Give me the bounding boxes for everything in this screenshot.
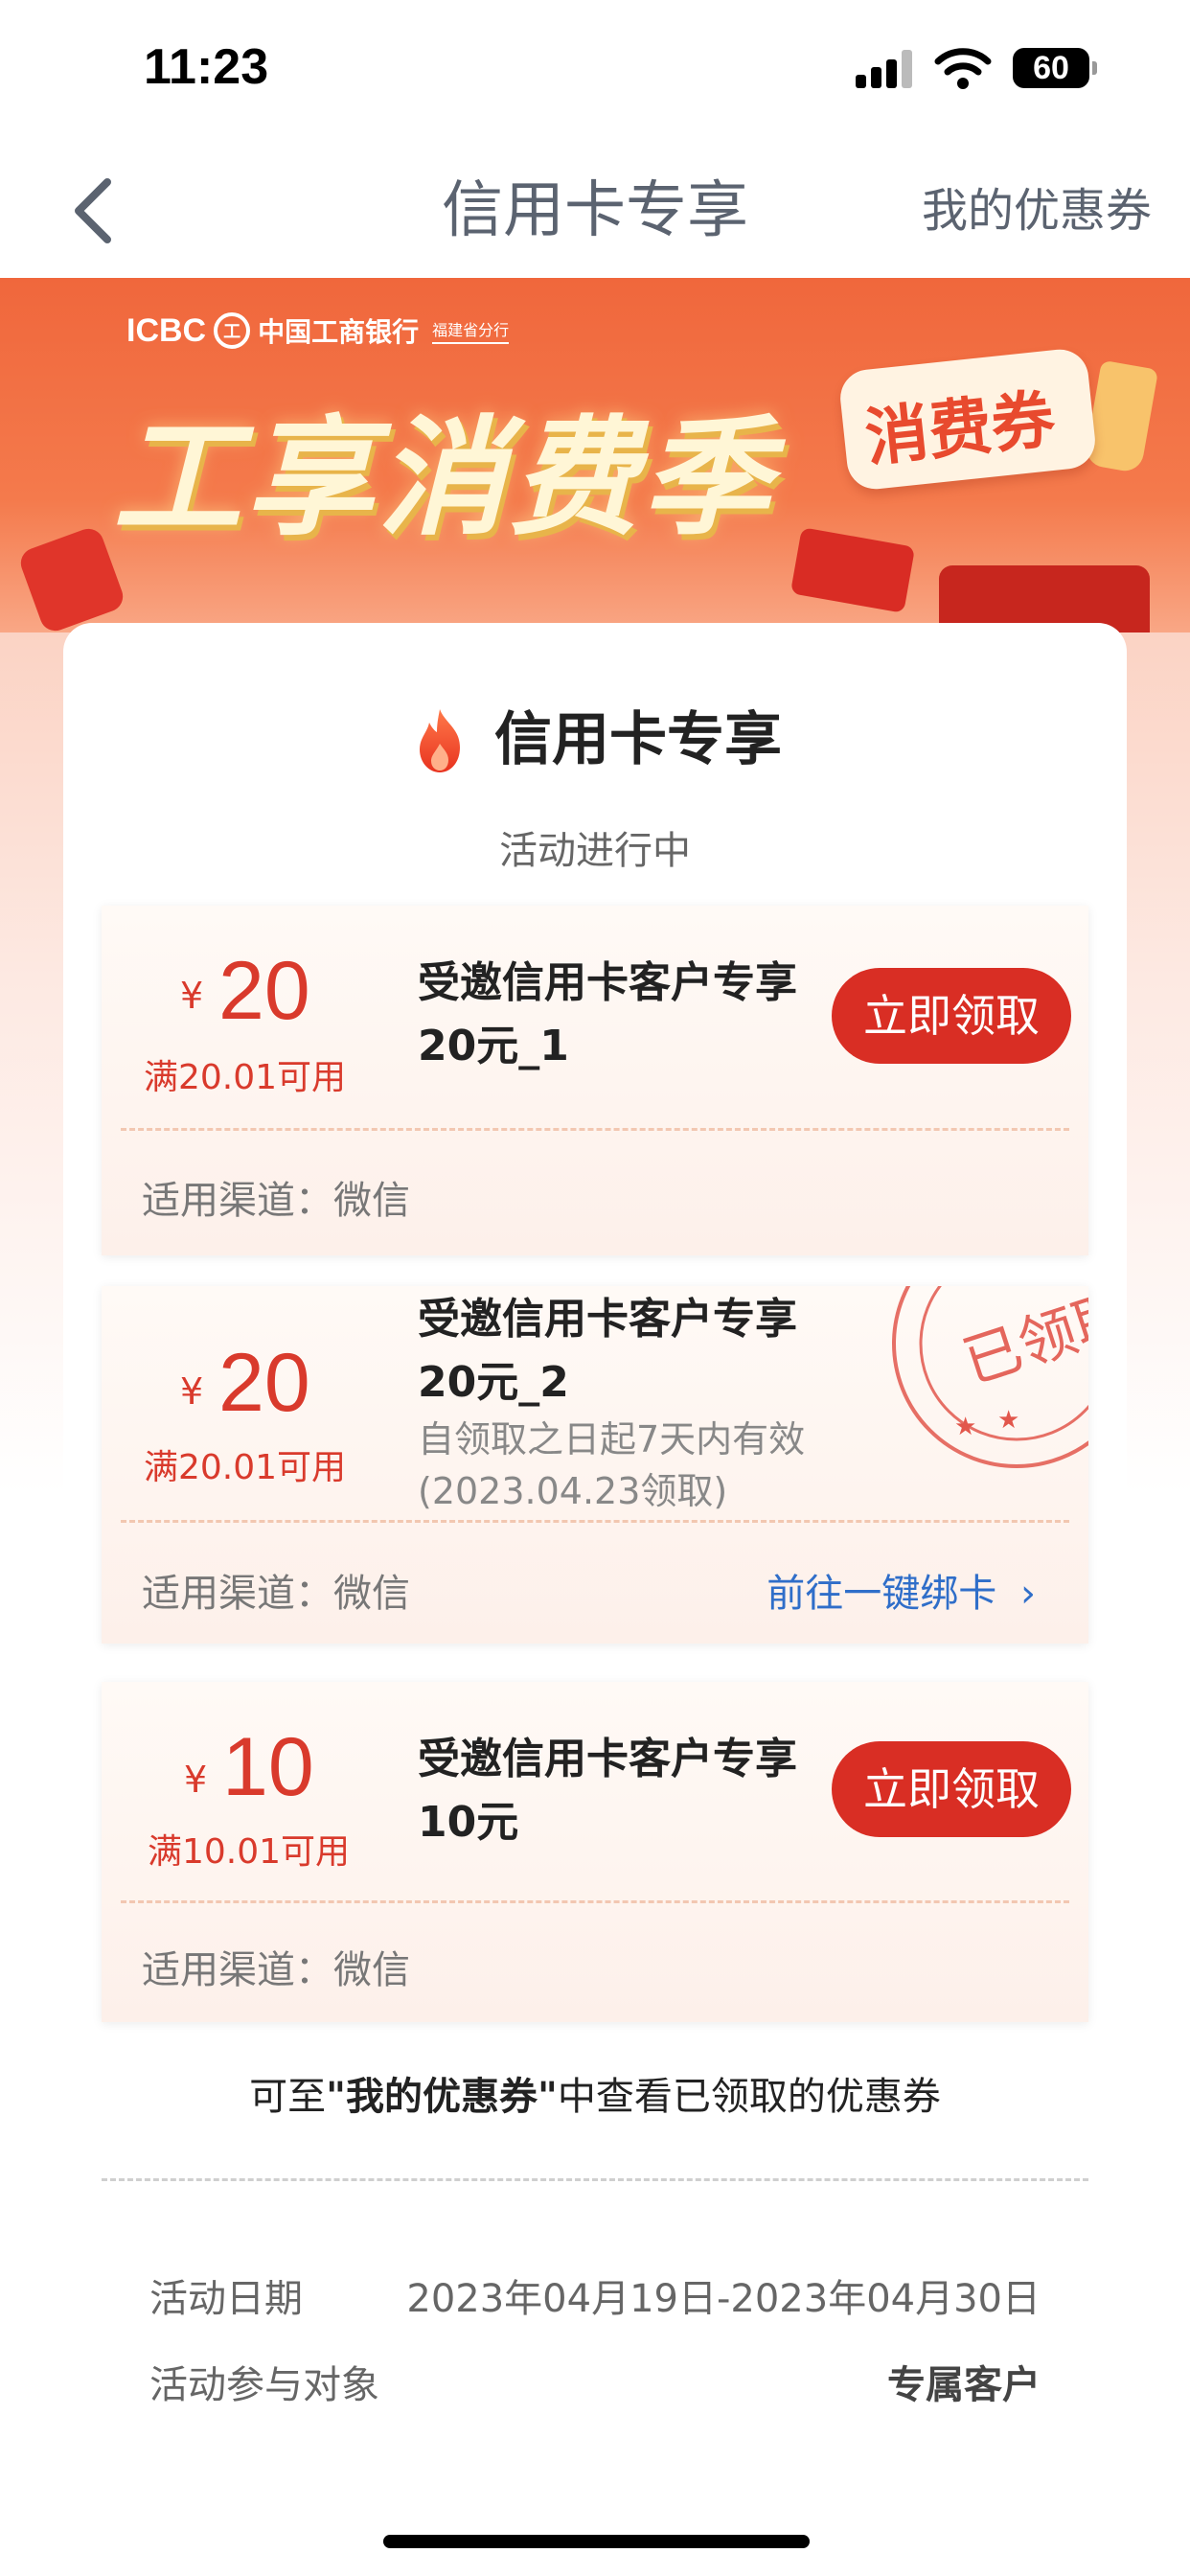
home-indicator[interactable]: [383, 2535, 810, 2548]
bank-logo: ICBC 工 中国工商银行 福建省分行: [126, 309, 510, 353]
section-divider: [102, 2178, 1088, 2181]
coupon-hint-highlight: "我的优惠券": [326, 2075, 558, 2119]
dashed-divider: [121, 1520, 1069, 1523]
bank-logo-en: ICBC: [126, 311, 207, 349]
status-bar: 11:23 60: [0, 0, 1190, 144]
coupon-badge-label: 消费券: [861, 381, 1059, 476]
activity-target-label: 活动参与对象: [149, 2363, 379, 2407]
my-coupons-link[interactable]: 我的优惠券: [922, 172, 1152, 249]
svg-text:★: ★: [954, 1413, 976, 1441]
red-envelope-icon: [16, 524, 127, 635]
claim-button[interactable]: 立即领取: [832, 968, 1071, 1064]
currency-symbol: ¥: [180, 1370, 204, 1413]
coupon-amount: 10: [222, 1721, 314, 1813]
banner-title: 工享消费季: [113, 403, 775, 553]
bank-branch: 福建省分行: [432, 317, 510, 344]
coupon-threshold: 满10.01可用: [148, 1832, 351, 1872]
activity-status: 活动进行中: [499, 829, 691, 873]
bind-card-link[interactable]: 前往一键绑卡 ›: [767, 1562, 1036, 1618]
nav-bar: 信用卡专享 我的优惠券: [0, 144, 1190, 278]
status-time: 11:23: [144, 39, 269, 95]
bank-seal-icon: 工: [214, 312, 251, 349]
cellular-signal-icon: [856, 50, 915, 88]
coupon-threshold: 满20.01可用: [144, 1448, 347, 1487]
battery-icon: 60: [1013, 48, 1097, 88]
coupon-card: ¥ 10 满10.01可用 受邀信用卡客户专享10元 立即领取 适用渠道：微信: [102, 1682, 1088, 2022]
coupon-hint-prefix: 可至: [249, 2075, 327, 2119]
claim-button[interactable]: 立即领取: [832, 1741, 1071, 1837]
promo-banner: ICBC 工 中国工商银行 福建省分行 工享消费季 消费券: [0, 278, 1190, 680]
drink-cup-icon: [1083, 359, 1159, 474]
fire-icon: [420, 709, 460, 772]
coupon-claim-date: (2023.04.23领取): [418, 1470, 728, 1512]
chevron-right-icon: ›: [1020, 1572, 1036, 1616]
claimed-stamp-icon: 已领取 ★ ★: [892, 1286, 1088, 1468]
coupon-validity: 自领取之日起7天内有效: [418, 1418, 806, 1460]
coupon-name: 受邀信用卡客户专享20元_2: [418, 1295, 797, 1407]
activity-date-value: 2023年04月19日-2023年04月30日: [406, 2277, 1041, 2321]
coupon-card: ¥ 20 满20.01可用 受邀信用卡客户专享20元_1 立即领取 适用渠道：微…: [102, 906, 1088, 1255]
coupon-channel: 适用渠道：微信: [142, 1572, 410, 1616]
currency-symbol: ¥: [180, 975, 204, 1017]
coupon-hint: 可至"我的优惠券"中查看已领取的优惠券: [63, 2065, 1127, 2121]
coupon-channel: 适用渠道：微信: [142, 1948, 410, 1992]
activity-target-value: 专属客户: [887, 2363, 1041, 2407]
coupon-name: 受邀信用卡客户专享10元: [418, 1735, 797, 1847]
coupon-card: 已领取 ★ ★ ¥ 20 满20.01可用 受邀信用卡客户专享20元_2 自领取…: [102, 1286, 1088, 1644]
dashed-divider: [121, 1128, 1069, 1131]
main-card: 信用卡专享 活动进行中 ¥ 20 满20.01可用 受邀信用卡客户专享20元_1…: [63, 623, 1127, 2540]
svg-text:★: ★: [997, 1406, 1019, 1435]
coupon-name: 受邀信用卡客户专享20元_1: [418, 958, 797, 1070]
coupon-threshold: 满20.01可用: [144, 1058, 347, 1097]
claimed-stamp-label: 已领取: [955, 1286, 1088, 1397]
bind-card-link-label: 前往一键绑卡: [767, 1572, 997, 1616]
red-envelope-icon: [790, 527, 916, 613]
wifi-icon: [934, 48, 992, 89]
dashed-divider: [121, 1900, 1069, 1903]
coupon-amount: 20: [218, 1337, 310, 1429]
section-title: 信用卡专享: [494, 706, 782, 773]
coupon-amount: 20: [218, 945, 310, 1037]
coupon-channel: 适用渠道：微信: [142, 1179, 410, 1223]
bank-logo-cn: 中国工商银行: [258, 316, 420, 348]
activity-date-label: 活动日期: [149, 2277, 303, 2321]
coupon-hint-suffix: 中查看已领取的优惠券: [557, 2075, 941, 2119]
currency-symbol: ¥: [184, 1759, 208, 1801]
coupon-badge: 消费券: [837, 346, 1098, 493]
